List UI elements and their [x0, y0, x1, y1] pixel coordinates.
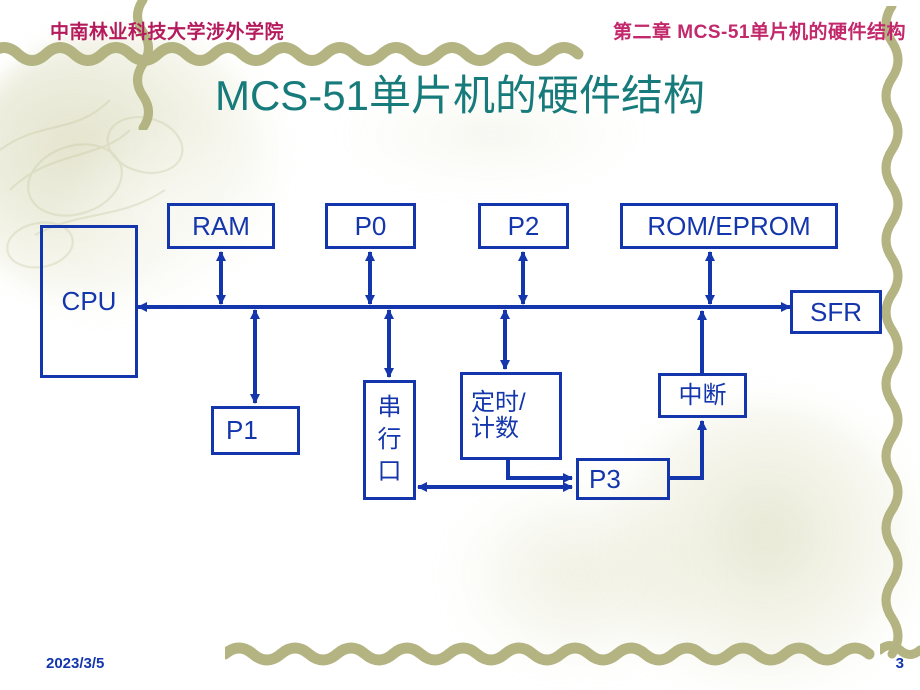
block-rom-eprom[interactable]: ROM/EPROM — [620, 203, 838, 249]
footer-date: 2023/3/5 — [46, 655, 105, 672]
connector-timer-p3 — [506, 460, 573, 483]
block-interrupt[interactable]: 中断 — [658, 373, 747, 418]
block-p2[interactable]: P2 — [478, 203, 569, 249]
block-rom-eprom-label: ROM/EPROM — [647, 210, 811, 241]
block-diagram: CPU RAM P0 P2 ROM/EPROM SFR P1 串行口 定时/计数… — [0, 0, 920, 690]
footer-page-number: 3 — [895, 655, 904, 672]
block-sfr[interactable]: SFR — [790, 290, 882, 334]
block-timer-counter-label: 定时/计数 — [471, 389, 526, 442]
block-serial-port-label: 串行口 — [377, 394, 402, 485]
block-timer-counter[interactable]: 定时/计数 — [460, 372, 562, 460]
block-cpu-label: CPU — [61, 286, 117, 317]
slide: 中南林业科技大学涉外学院 第二章 MCS-51单片机的硬件结构 MCS-51单片… — [0, 0, 920, 690]
block-p2-label: P2 — [507, 210, 540, 241]
block-sfr-label: SFR — [810, 296, 862, 327]
connector-p3-interrupt — [670, 420, 707, 480]
diagram-connectors — [137, 251, 791, 492]
block-p0[interactable]: P0 — [325, 203, 416, 249]
block-serial-port[interactable]: 串行口 — [363, 380, 416, 500]
block-interrupt-label: 中断 — [678, 381, 727, 409]
block-ram[interactable]: RAM — [167, 203, 275, 249]
block-p3-label: P3 — [589, 463, 621, 494]
block-cpu[interactable]: CPU — [40, 225, 138, 378]
block-p3[interactable]: P3 — [576, 458, 670, 500]
block-p1-label: P1 — [226, 415, 258, 446]
block-p1[interactable]: P1 — [211, 406, 300, 455]
block-ram-label: RAM — [192, 210, 250, 241]
block-p0-label: P0 — [354, 210, 387, 241]
